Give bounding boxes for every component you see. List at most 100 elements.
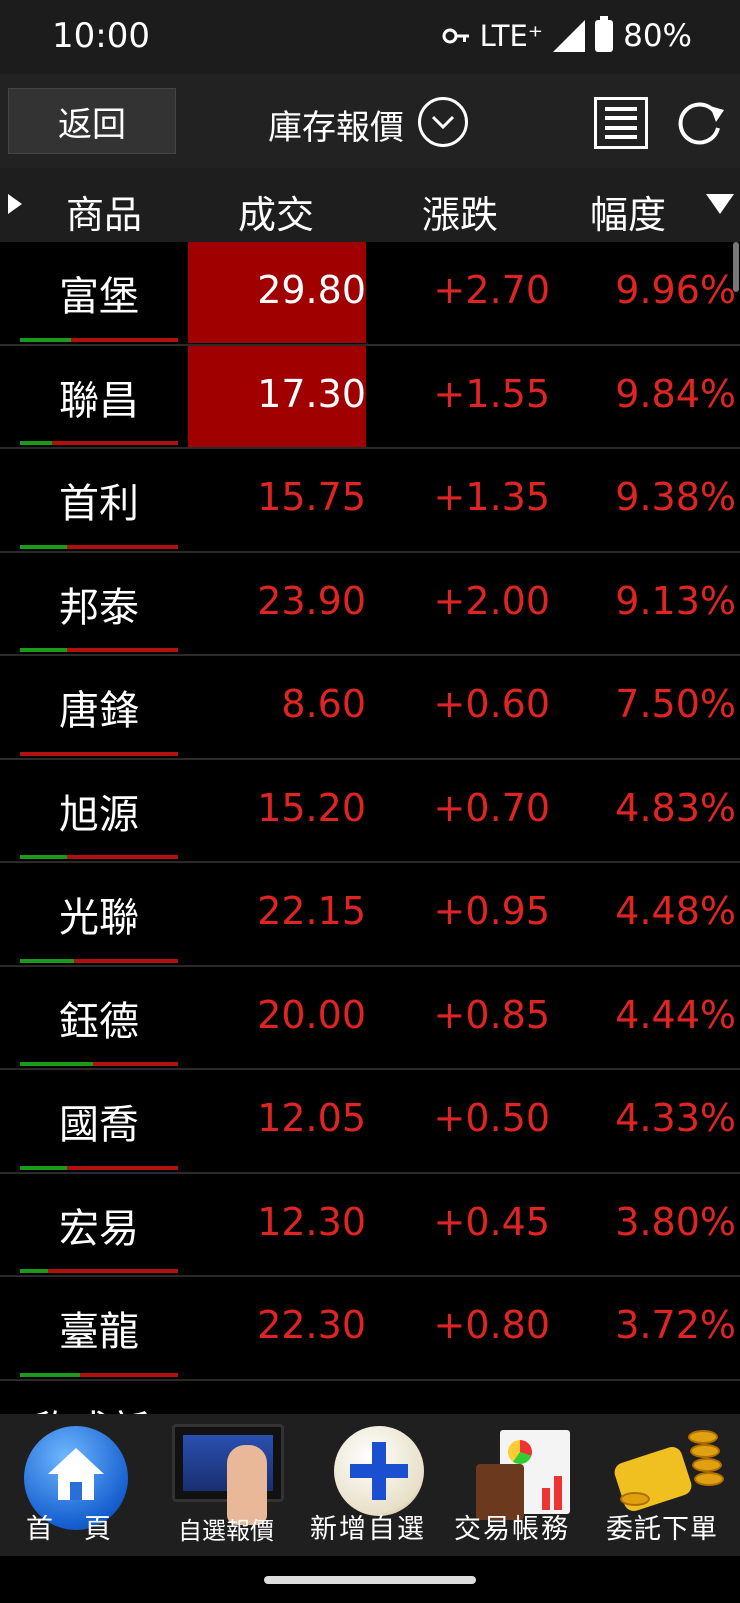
dock-order[interactable]: 委託下單 — [600, 1414, 740, 1556]
price-change: +0.85 — [433, 992, 550, 1037]
bottom-dock: 首 頁 自選報價 新增自選 交易帳務 委託下單 — [0, 1414, 740, 1556]
sort-down-icon[interactable] — [706, 194, 734, 214]
stock-name: 國喬 — [59, 1102, 139, 1148]
col-product[interactable]: 商品 — [66, 184, 142, 239]
stock-name: 唐鋒 — [59, 688, 139, 734]
last-price: 17.30 — [257, 371, 366, 416]
network-type: LTE⁺ — [479, 19, 544, 53]
stock-name: 聯昌 — [59, 377, 139, 424]
col-last[interactable]: 成交 — [238, 184, 314, 239]
percent-change: 4.83% — [615, 785, 736, 830]
volume-ratio-bar — [20, 337, 178, 342]
list-menu-icon[interactable] — [594, 97, 648, 149]
price-change: +2.00 — [433, 578, 550, 623]
volume-ratio-bar — [20, 958, 178, 963]
back-button[interactable]: 返回 — [8, 88, 176, 154]
last-price: 22.30 — [257, 1303, 366, 1347]
percent-change: 4.44% — [615, 992, 736, 1037]
last-price: 29.80 — [257, 268, 366, 312]
price-change: +0.60 — [433, 682, 550, 726]
price-change: +2.70 — [433, 268, 550, 312]
dock-home[interactable]: 首 頁 — [0, 1414, 150, 1556]
quote-row[interactable]: 臺龍 22.30 +0.80 3.72% — [0, 1277, 740, 1381]
percent-change: 4.33% — [615, 1096, 736, 1140]
stock-name: 臺龍 — [59, 1309, 139, 1355]
volume-ratio-bar — [20, 441, 178, 445]
quote-row[interactable]: 首利 15.75 +1.35 9.38% — [0, 449, 740, 553]
vpn-key-icon — [442, 28, 469, 44]
dock-order-label: 委託下單 — [606, 1514, 718, 1545]
price-change: +0.45 — [433, 1199, 550, 1244]
price-change: +1.55 — [433, 371, 550, 416]
percent-change: 7.50% — [615, 682, 736, 726]
volume-ratio-bar — [20, 1062, 178, 1066]
last-price: 15.75 — [257, 475, 366, 519]
battery-level: 80% — [623, 18, 692, 54]
order-coins-icon — [610, 1420, 730, 1520]
volume-ratio-bar — [20, 648, 178, 652]
quote-row[interactable]: 邦泰 23.90 +2.00 9.13% — [0, 553, 740, 656]
volume-ratio-bar — [20, 1165, 178, 1170]
dock-watchlist[interactable]: 自選報價 — [150, 1414, 300, 1556]
dock-account-label: 交易帳務 — [454, 1514, 570, 1545]
percent-change: 9.96% — [615, 268, 736, 312]
last-price: 12.05 — [257, 1096, 366, 1140]
percent-change: 9.38% — [615, 475, 736, 519]
quote-list[interactable]: 富堡 29.80 +2.70 9.96% 聯昌 17.30 +1.55 9.84% 首利 15.7… — [0, 242, 740, 1381]
stock-name: 光聯 — [59, 895, 139, 941]
signal-icon — [553, 20, 586, 52]
dock-account[interactable]: 交易帳務 — [450, 1414, 600, 1556]
volume-ratio-bar — [20, 544, 178, 549]
title-dropdown-button[interactable] — [418, 97, 468, 147]
stock-name: 宏易 — [59, 1205, 139, 1252]
dock-add-watch-label: 新增自選 — [310, 1514, 426, 1545]
last-price: 20.00 — [257, 992, 366, 1037]
price-change: +0.80 — [433, 1303, 550, 1347]
nav-bar: 返回 庫存報價 — [0, 74, 740, 168]
last-price: 15.20 — [257, 785, 366, 830]
percent-change: 9.84% — [615, 371, 736, 416]
tablet-chart-icon — [172, 1424, 284, 1525]
quote-row[interactable]: 光聯 22.15 +0.95 4.48% — [0, 863, 740, 967]
col-change[interactable]: 漲跌 — [422, 184, 498, 239]
price-change: +0.95 — [433, 889, 550, 933]
refresh-icon[interactable] — [672, 96, 726, 150]
expand-arrow-icon[interactable] — [8, 194, 22, 214]
percent-change: 9.13% — [615, 578, 736, 623]
volume-ratio-bar — [20, 855, 178, 859]
percent-change: 3.80% — [615, 1199, 736, 1244]
last-price: 23.90 — [257, 578, 366, 623]
last-price: 12.30 — [257, 1199, 366, 1244]
quote-row[interactable]: 鈺德 20.00 +0.85 4.44% — [0, 967, 740, 1070]
quote-row[interactable]: 宏易 12.30 +0.45 3.80% — [0, 1174, 740, 1277]
status-bar: 10:00 LTE⁺ 80% — [0, 0, 740, 74]
volume-ratio-bar — [20, 1372, 178, 1377]
status-icons: LTE⁺ 80% — [442, 16, 692, 54]
last-price: 22.15 — [257, 889, 366, 933]
stock-name: 鈺德 — [59, 998, 139, 1045]
col-percent[interactable]: 幅度 — [590, 184, 666, 239]
partial-row-name: 欣成新 — [30, 1398, 150, 1414]
column-header: 商品 成交 漲跌 幅度 — [0, 168, 740, 242]
price-change: +1.35 — [433, 475, 550, 519]
quote-row[interactable]: 國喬 12.05 +0.50 4.33% — [0, 1070, 740, 1174]
price-change: +0.70 — [433, 785, 550, 830]
chevron-down-icon — [431, 115, 455, 130]
volume-ratio-bar — [20, 1269, 178, 1273]
dock-home-label: 首 頁 — [26, 1514, 113, 1545]
percent-change: 3.72% — [615, 1303, 736, 1347]
quote-row[interactable]: 旭源 15.20 +0.70 4.83% — [0, 760, 740, 863]
dock-add-watch[interactable]: 新增自選 — [300, 1414, 450, 1556]
quote-row[interactable]: 唐鋒 8.60 +0.60 7.50% — [0, 656, 740, 760]
page-title[interactable]: 庫存報價 — [268, 100, 404, 149]
quote-row[interactable]: 聯昌 17.30 +1.55 9.84% — [0, 345, 740, 449]
quote-row[interactable]: 富堡 29.80 +2.70 9.96% — [0, 242, 740, 346]
volume-ratio-bar — [20, 751, 178, 756]
scrollbar[interactable] — [733, 242, 739, 292]
stock-name: 邦泰 — [59, 584, 139, 631]
add-icon — [334, 1426, 424, 1516]
gesture-bar[interactable] — [264, 1576, 476, 1584]
last-price: 8.60 — [281, 682, 366, 726]
battery-icon — [595, 16, 614, 52]
stock-name: 富堡 — [59, 274, 139, 320]
